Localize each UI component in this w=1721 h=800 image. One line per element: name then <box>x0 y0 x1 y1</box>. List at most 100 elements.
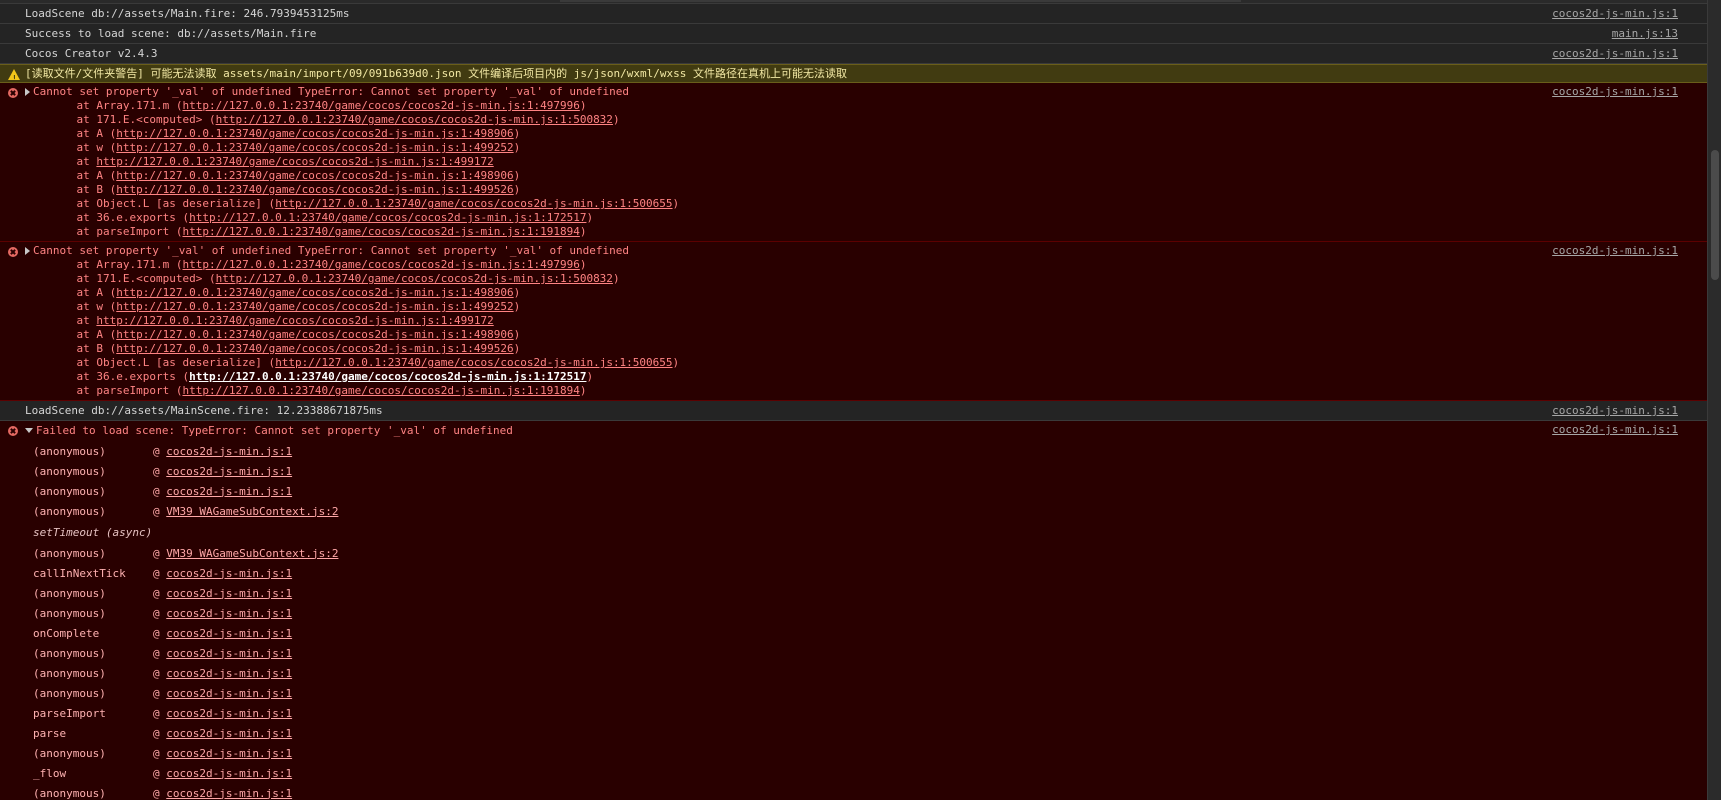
log-message-loadscene-main[interactable]: LoadScene db://assets/Main.fire: 246.793… <box>0 4 1721 24</box>
source-link[interactable]: main.js:13 <box>1612 24 1678 43</box>
source-link[interactable]: cocos2d-js-min.js:1 <box>1552 44 1678 63</box>
call-frame: onComplete @ cocos2d-js-min.js:1 <box>33 624 1675 644</box>
at-symbol: @ <box>153 464 167 478</box>
at-symbol: @ <box>153 626 167 640</box>
stack-url-link[interactable]: http://127.0.0.1:23740/game/cocos/cocos2… <box>182 258 579 271</box>
stack-url-link[interactable]: http://127.0.0.1:23740/game/cocos/cocos2… <box>182 99 579 112</box>
call-frame: (anonymous) @ cocos2d-js-min.js:1 <box>33 442 1675 462</box>
call-frame: (anonymous) @ VM39 WAGameSubContext.js:2 <box>33 544 1675 564</box>
call-frame: (anonymous) @ cocos2d-js-min.js:1 <box>33 784 1675 800</box>
stack-url-link[interactable]: http://127.0.0.1:23740/game/cocos/cocos2… <box>189 370 586 383</box>
warning-message[interactable]: [读取文件/文件夹警告] 可能无法读取 assets/main/import/0… <box>0 64 1721 88</box>
at-symbol: @ <box>153 444 167 458</box>
function-name: (anonymous) <box>33 546 106 560</box>
stack-url-link[interactable]: http://127.0.0.1:23740/game/cocos/cocos2… <box>96 314 493 327</box>
stack-url-link[interactable]: http://127.0.0.1:23740/game/cocos/cocos2… <box>182 384 579 397</box>
stack-url-link[interactable]: http://127.0.0.1:23740/game/cocos/cocos2… <box>216 113 613 126</box>
expand-triangle-icon[interactable] <box>25 88 30 96</box>
call-frame: (anonymous) @ cocos2d-js-min.js:1 <box>33 684 1675 704</box>
expand-triangle-icon[interactable] <box>25 247 30 255</box>
stack-url-link[interactable]: http://127.0.0.1:23740/game/cocos/cocos2… <box>216 272 613 285</box>
function-name: (anonymous) <box>33 686 106 700</box>
frame-file-link[interactable]: VM39 WAGameSubContext.js:2 <box>166 505 338 518</box>
collapse-triangle-icon[interactable] <box>25 428 33 433</box>
error-message-1[interactable]: Cannot set property '_val' of undefined … <box>0 83 1721 242</box>
scrollbar-thumb[interactable] <box>1711 150 1719 280</box>
stack-line-prefix: at 171.E.<computed> ( <box>76 113 216 126</box>
at-symbol: @ <box>153 786 167 800</box>
error-icon <box>8 88 18 98</box>
stack-url-link[interactable]: http://127.0.0.1:23740/game/cocos/cocos2… <box>116 141 513 154</box>
stack-line: at Array.171.m (http://127.0.0.1:23740/g… <box>50 99 1675 113</box>
function-name: (anonymous) <box>33 646 106 660</box>
function-name: (anonymous) <box>33 666 106 680</box>
source-link[interactable]: cocos2d-js-min.js:1 <box>1552 423 1678 437</box>
stack-line-prefix: at 36.e.exports ( <box>76 370 190 383</box>
warning-text: [读取文件/文件夹警告] 可能无法读取 assets/main/import/0… <box>25 67 847 80</box>
error-message-2[interactable]: Cannot set property '_val' of undefined … <box>0 242 1721 401</box>
stack-line-suffix: ) <box>513 300 521 313</box>
error-message-3[interactable]: Failed to load scene: TypeError: Cannot … <box>0 421 1721 800</box>
stack-url-link[interactable]: http://127.0.0.1:23740/game/cocos/cocos2… <box>116 183 513 196</box>
source-link[interactable]: cocos2d-js-min.js:1 <box>1552 85 1678 99</box>
frame-file-link[interactable]: cocos2d-js-min.js:1 <box>166 627 292 640</box>
stack-line-suffix: ) <box>513 286 521 299</box>
stack-url-link[interactable]: http://127.0.0.1:23740/game/cocos/cocos2… <box>189 211 586 224</box>
frame-location: @ cocos2d-js-min.js:1 <box>153 784 292 800</box>
stack-url-link[interactable]: http://127.0.0.1:23740/game/cocos/cocos2… <box>116 342 513 355</box>
stack-line-suffix: ) <box>612 272 620 285</box>
source-link[interactable]: cocos2d-js-min.js:1 <box>1552 401 1678 420</box>
stack-line-prefix: at <box>76 155 97 168</box>
at-symbol: @ <box>153 666 167 680</box>
frame-file-link[interactable]: cocos2d-js-min.js:1 <box>166 747 292 760</box>
call-frame: callInNextTick @ cocos2d-js-min.js:1 <box>33 564 1675 584</box>
frame-file-link[interactable]: VM39 WAGameSubContext.js:2 <box>166 547 338 560</box>
stack-url-link[interactable]: http://127.0.0.1:23740/game/cocos/cocos2… <box>116 300 513 313</box>
stack-url-link[interactable]: http://127.0.0.1:23740/game/cocos/cocos2… <box>182 225 579 238</box>
stack-line-prefix: at Object.L [as deserialize] ( <box>76 197 276 210</box>
at-symbol: @ <box>153 566 167 580</box>
stack-url-link[interactable]: http://127.0.0.1:23740/game/cocos/cocos2… <box>116 127 513 140</box>
frame-file-link[interactable]: cocos2d-js-min.js:1 <box>166 587 292 600</box>
frame-file-link[interactable]: cocos2d-js-min.js:1 <box>166 687 292 700</box>
frame-location: @ cocos2d-js-min.js:1 <box>153 644 292 664</box>
stack-url-link[interactable]: http://127.0.0.1:23740/game/cocos/cocos2… <box>275 197 672 210</box>
frame-file-link[interactable]: cocos2d-js-min.js:1 <box>166 465 292 478</box>
frame-file-link[interactable]: cocos2d-js-min.js:1 <box>166 567 292 580</box>
log-message-creator-version[interactable]: Cocos Creator v2.4.3 cocos2d-js-min.js:1 <box>0 44 1721 64</box>
frame-file-link[interactable]: cocos2d-js-min.js:1 <box>166 485 292 498</box>
stack-url-link[interactable]: http://127.0.0.1:23740/game/cocos/cocos2… <box>275 356 672 369</box>
source-link[interactable]: cocos2d-js-min.js:1 <box>1552 4 1678 23</box>
log-message-success[interactable]: Success to load scene: db://assets/Main.… <box>0 24 1721 44</box>
frame-file-link[interactable]: cocos2d-js-min.js:1 <box>166 607 292 620</box>
stack-line: at 171.E.<computed> (http://127.0.0.1:23… <box>50 272 1675 286</box>
source-link[interactable]: cocos2d-js-min.js:1 <box>1552 244 1678 258</box>
stack-line-prefix: at A ( <box>76 169 117 182</box>
frame-location: @ cocos2d-js-min.js:1 <box>153 664 292 684</box>
stack-url-link[interactable]: http://127.0.0.1:23740/game/cocos/cocos2… <box>116 169 513 182</box>
function-name: (anonymous) <box>33 484 106 498</box>
vertical-scrollbar[interactable] <box>1707 0 1721 800</box>
stack-url-link[interactable]: http://127.0.0.1:23740/game/cocos/cocos2… <box>96 155 493 168</box>
at-symbol: @ <box>153 484 167 498</box>
function-name: parseImport <box>33 706 106 720</box>
stack-line-prefix: at parseImport ( <box>76 225 183 238</box>
frame-file-link[interactable]: cocos2d-js-min.js:1 <box>166 667 292 680</box>
stack-line: at http://127.0.0.1:23740/game/cocos/coc… <box>50 155 1675 169</box>
stack-line: at B (http://127.0.0.1:23740/game/cocos/… <box>50 183 1675 197</box>
frame-file-link[interactable]: cocos2d-js-min.js:1 <box>166 787 292 800</box>
frame-location: @ cocos2d-js-min.js:1 <box>153 704 292 724</box>
error-icon <box>8 247 18 257</box>
function-name: (anonymous) <box>33 606 106 620</box>
call-frame: parse @ cocos2d-js-min.js:1 <box>33 724 1675 744</box>
frame-file-link[interactable]: cocos2d-js-min.js:1 <box>166 445 292 458</box>
stack-url-link[interactable]: http://127.0.0.1:23740/game/cocos/cocos2… <box>116 286 513 299</box>
frame-file-link[interactable]: cocos2d-js-min.js:1 <box>166 767 292 780</box>
log-message-loadscene-mainscene[interactable]: LoadScene db://assets/MainScene.fire: 12… <box>0 401 1721 421</box>
stack-url-link[interactable]: http://127.0.0.1:23740/game/cocos/cocos2… <box>116 328 513 341</box>
frame-file-link[interactable]: cocos2d-js-min.js:1 <box>166 707 292 720</box>
frame-file-link[interactable]: cocos2d-js-min.js:1 <box>166 647 292 660</box>
stack-line: at Array.171.m (http://127.0.0.1:23740/g… <box>50 258 1675 272</box>
frame-file-link[interactable]: cocos2d-js-min.js:1 <box>166 727 292 740</box>
function-name: _flow <box>33 766 67 780</box>
